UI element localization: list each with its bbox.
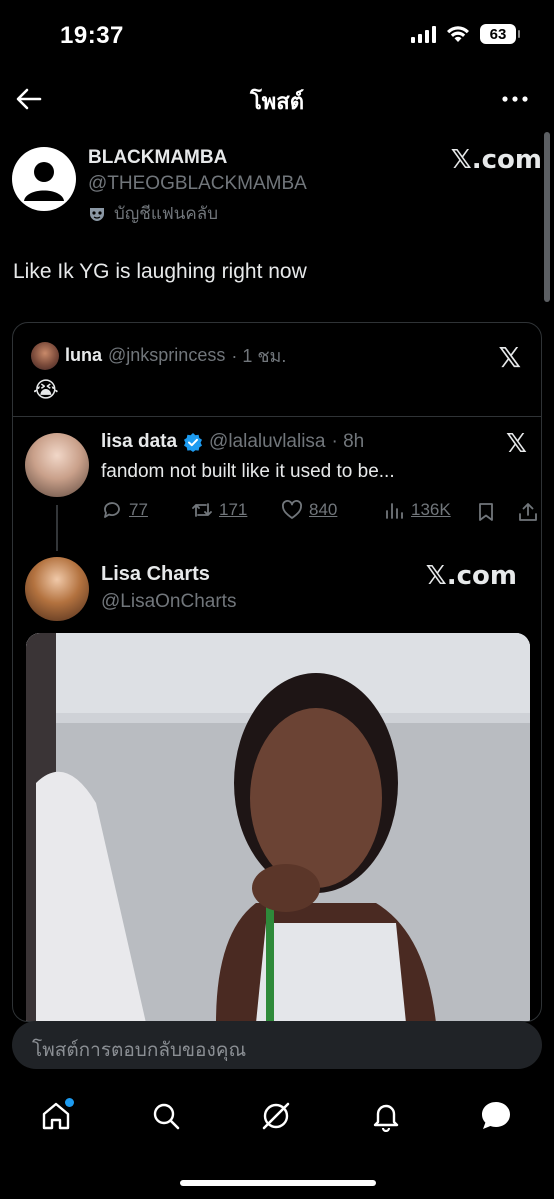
avatar[interactable] xyxy=(31,341,59,370)
avatar xyxy=(25,557,89,621)
default-profile-icon xyxy=(13,148,75,210)
status-time: 19:37 xyxy=(60,22,124,49)
retweet-action: 171 xyxy=(191,499,247,521)
more-options-icon[interactable] xyxy=(500,84,530,114)
status-icons: 63 xyxy=(411,24,520,44)
quoted-author-name[interactable]: luna xyxy=(65,345,102,366)
search-icon xyxy=(153,1103,180,1130)
quoted-post-time: · 1 ชม. xyxy=(231,346,287,366)
page-title: โพสต์ xyxy=(249,89,305,114)
retweet-icon xyxy=(192,503,212,517)
x-logo: 𝕏 xyxy=(506,429,527,459)
bottom-navigation xyxy=(0,1090,554,1150)
embedded-author-handle: @LisaOnCharts xyxy=(101,591,237,612)
author-handle[interactable]: @THEOGBLACKMAMBA xyxy=(88,173,307,195)
quoted-post-text: 😭 xyxy=(33,377,59,402)
fan-account-badge: บัญชีแฟนคลับ xyxy=(88,200,218,227)
x-com-logo: 𝕏.com xyxy=(450,145,542,175)
heart-icon xyxy=(282,500,302,519)
divider xyxy=(13,416,541,417)
nav-notifications[interactable] xyxy=(366,1096,406,1136)
nav-grok[interactable] xyxy=(256,1096,296,1136)
embedded-post-text: fandom not built like it used to be... xyxy=(101,461,395,482)
avatar xyxy=(25,433,89,497)
bell-icon xyxy=(373,1104,399,1132)
views-count: 136K xyxy=(411,500,451,519)
embedded-author-name: lisa data xyxy=(101,431,178,452)
embedded-post-header: lisa data @lalaluvlalisa · 8h xyxy=(101,431,364,453)
post-media-image[interactable] xyxy=(26,633,530,1021)
views-action: 136K xyxy=(383,499,451,521)
quoted-author-handle: @jnksprincess xyxy=(108,345,226,365)
reply-input[interactable]: โพสต์การตอบกลับของคุณ xyxy=(12,1021,542,1069)
reply-placeholder: โพสต์การตอบกลับของคุณ xyxy=(32,1040,247,1061)
bookmark-icon xyxy=(479,503,493,521)
battery-icon: 63 xyxy=(480,24,520,44)
retweet-count: 171 xyxy=(219,500,248,519)
fan-account-label: บัญชีแฟนคลับ xyxy=(114,204,219,223)
nav-home[interactable] xyxy=(36,1096,76,1136)
nav-search[interactable] xyxy=(146,1096,186,1136)
embedded-post-actions: 77 171 840 136K xyxy=(101,499,537,529)
post-text: Like Ik YG is laughing right now xyxy=(13,260,307,283)
post-author: BLACKMAMBA @THEOGBLACKMAMBA บัญชีแฟนคลับ… xyxy=(12,143,542,223)
reply-action: 77 xyxy=(101,499,148,521)
views-chart-icon xyxy=(386,503,403,519)
scrollbar[interactable] xyxy=(544,132,550,302)
embedded-post-time: · 8h xyxy=(331,431,365,452)
chat-bubble-icon xyxy=(482,1102,510,1129)
wifi-icon xyxy=(447,26,469,42)
status-bar: 19:37 63 xyxy=(0,0,554,72)
quoted-post-header: luna @jnksprincess · 1 ชม. xyxy=(31,341,286,370)
share-icon xyxy=(519,503,537,521)
home-indicator xyxy=(180,1180,376,1186)
cellular-signal-icon xyxy=(411,25,436,43)
x-com-logo: 𝕏.com xyxy=(425,561,517,591)
verified-badge-icon xyxy=(184,433,203,452)
notification-dot xyxy=(65,1098,74,1107)
x-logo: 𝕏 xyxy=(498,341,521,374)
top-navigation-bar: โพสต์ xyxy=(0,72,554,126)
avatar[interactable] xyxy=(12,147,76,211)
quoted-post-card[interactable]: luna @jnksprincess · 1 ชม. 𝕏 😭 lisa data… xyxy=(12,322,542,1022)
embedded-author-name: Lisa Charts xyxy=(101,563,210,585)
author-name[interactable]: BLACKMAMBA xyxy=(88,147,227,169)
reply-count: 77 xyxy=(129,500,148,519)
nav-messages[interactable] xyxy=(476,1096,516,1136)
embedded-author-handle: @lalaluvlalisa xyxy=(209,431,326,452)
reply-icon xyxy=(104,502,120,518)
media-photo xyxy=(26,633,530,1021)
thread-connector xyxy=(56,505,58,551)
grok-icon xyxy=(262,1102,290,1130)
like-count: 840 xyxy=(309,500,338,519)
mask-icon xyxy=(90,207,104,221)
like-action: 840 xyxy=(281,499,337,521)
